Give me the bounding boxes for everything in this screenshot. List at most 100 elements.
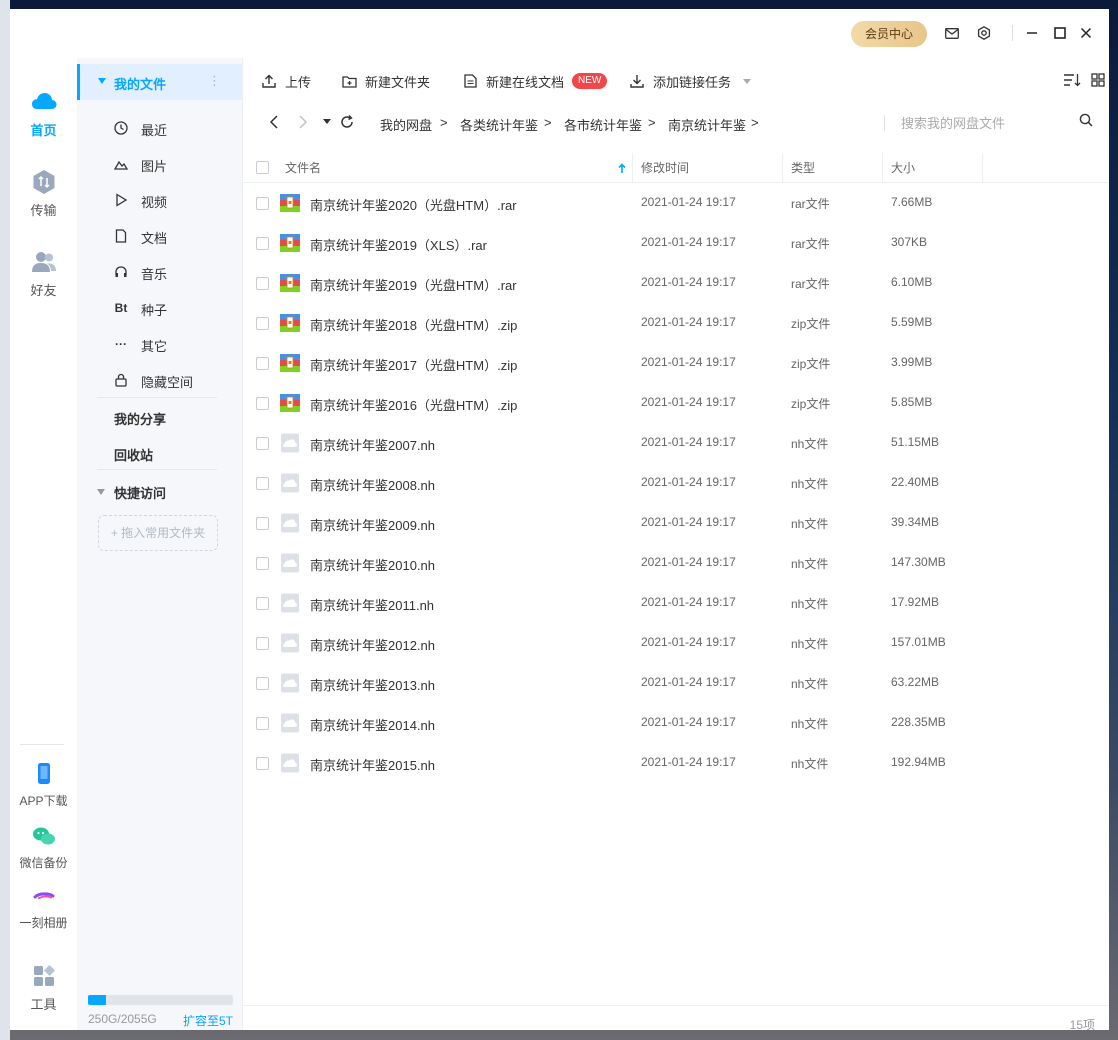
row-checkbox[interactable] (256, 237, 269, 250)
table-row[interactable]: 南京统计年鉴2017（光盘HTM）.zip 2021-01-24 19:17 zip… (243, 343, 1109, 383)
table-row[interactable]: 南京统计年鉴2014.nh 2021-01-24 19:17 nh文件 228.35M… (243, 703, 1109, 743)
history-dropdown-icon[interactable] (317, 112, 337, 132)
maximize-icon[interactable] (1050, 23, 1070, 43)
nav-app-download[interactable]: APP下载 (10, 760, 77, 809)
file-name[interactable]: 南京统计年鉴2012.nh (310, 635, 435, 654)
row-checkbox[interactable] (256, 717, 269, 730)
nav-wechat-backup[interactable]: 微信备份 (10, 822, 77, 871)
sidebar-item-hidden-space[interactable]: 隐藏空间 (77, 362, 242, 398)
nav-transfer[interactable]: 传输 (10, 168, 77, 219)
table-row[interactable]: 南京统计年鉴2013.nh 2021-01-24 19:17 nh文件 63.22MB (243, 663, 1109, 703)
sidebar-item-recent[interactable]: 最近 (77, 110, 242, 146)
breadcrumb-item[interactable]: 各市统计年鉴 (564, 115, 642, 134)
back-icon[interactable] (264, 112, 284, 132)
table-row[interactable]: 南京统计年鉴2018（光盘HTM）.zip 2021-01-24 19:17 zip… (243, 303, 1109, 343)
row-checkbox[interactable] (256, 277, 269, 290)
file-name[interactable]: 南京统计年鉴2017（光盘HTM）.zip (310, 355, 517, 374)
file-name[interactable]: 南京统计年鉴2018（光盘HTM）.zip (310, 315, 517, 334)
nav-home[interactable]: 首页 (10, 88, 77, 139)
row-checkbox[interactable] (256, 317, 269, 330)
quick-access-drop-zone[interactable]: + 拖入常用文件夹 (98, 515, 218, 551)
row-checkbox[interactable] (256, 197, 269, 210)
chevron-down-icon[interactable] (743, 78, 752, 84)
grid-view-icon[interactable] (1088, 70, 1108, 90)
forward-icon[interactable] (293, 112, 313, 132)
sidebar-item-images[interactable]: 图片 (77, 146, 242, 182)
table-row[interactable]: 南京统计年鉴2015.nh 2021-01-24 19:17 nh文件 192.94M… (243, 743, 1109, 783)
file-name[interactable]: 南京统计年鉴2013.nh (310, 675, 435, 694)
vip-center-button[interactable]: 会员中心 (851, 21, 927, 47)
quick-access-header[interactable]: 快捷访问 (114, 483, 166, 502)
table-row[interactable]: 南京统计年鉴2008.nh 2021-01-24 19:17 nh文件 22.40MB (243, 463, 1109, 503)
breadcrumb-item[interactable]: 各类统计年鉴 (460, 115, 538, 134)
search-input[interactable] (901, 110, 1061, 136)
file-name[interactable]: 南京统计年鉴2019（XLS）.rar (310, 235, 487, 254)
minimize-icon[interactable] (1022, 23, 1042, 43)
file-name[interactable]: 南京统计年鉴2015.nh (310, 755, 435, 774)
file-name[interactable]: 南京统计年鉴2008.nh (310, 475, 435, 494)
refresh-icon[interactable] (337, 112, 357, 132)
row-checkbox[interactable] (256, 437, 269, 450)
settings-icon[interactable] (974, 23, 994, 43)
close-icon[interactable] (1076, 23, 1096, 43)
sidebar-item-other[interactable]: ··· 其它 (77, 326, 242, 362)
table-row[interactable]: 南京统计年鉴2019（XLS）.rar 2021-01-24 19:17 rar文件… (243, 223, 1109, 263)
file-name[interactable]: 南京统计年鉴2019（光盘HTM）.rar (310, 275, 517, 294)
column-header-name[interactable]: 文件名 (285, 153, 321, 183)
breadcrumb-item[interactable]: 南京统计年鉴 (668, 115, 746, 134)
sidebar-item-recycle-bin[interactable]: 回收站 (114, 445, 153, 464)
row-checkbox[interactable] (256, 477, 269, 490)
file-name[interactable]: 南京统计年鉴2016（光盘HTM）.zip (310, 395, 517, 414)
sidebar-item-video[interactable]: 视频 (77, 182, 242, 218)
file-name[interactable]: 南京统计年鉴2010.nh (310, 555, 435, 574)
file-type: rar文件 (791, 277, 830, 291)
table-row[interactable]: 南京统计年鉴2019（光盘HTM）.rar 2021-01-24 19:17 rar… (243, 263, 1109, 303)
mail-icon[interactable] (942, 23, 962, 43)
column-header-time[interactable]: 修改时间 (641, 153, 689, 183)
select-all-checkbox[interactable] (256, 161, 269, 174)
file-type: nh文件 (791, 437, 829, 451)
table-row[interactable]: 南京统计年鉴2009.nh 2021-01-24 19:17 nh文件 39.34MB (243, 503, 1109, 543)
my-files-header[interactable]: 我的文件 ⋮ (77, 64, 242, 100)
row-checkbox[interactable] (256, 637, 269, 650)
column-header-type[interactable]: 类型 (791, 153, 815, 183)
add-link-task-button[interactable]: 添加链接任务 (629, 71, 752, 91)
nav-album[interactable]: 一刻相册 (10, 882, 77, 931)
file-name[interactable]: 南京统计年鉴2009.nh (310, 515, 435, 534)
table-row[interactable]: 南京统计年鉴2012.nh 2021-01-24 19:17 nh文件 157.01M… (243, 623, 1109, 663)
upload-button[interactable]: 上传 (261, 71, 311, 91)
row-checkbox[interactable] (256, 517, 269, 530)
file-name[interactable]: 南京统计年鉴2011.nh (310, 595, 434, 614)
search-icon[interactable] (1079, 113, 1097, 131)
row-checkbox[interactable] (256, 357, 269, 370)
sidebar-item-my-share[interactable]: 我的分享 (114, 409, 166, 428)
row-checkbox[interactable] (256, 677, 269, 690)
sort-icon[interactable] (1062, 70, 1082, 90)
row-checkbox[interactable] (256, 397, 269, 410)
table-row[interactable]: 南京统计年鉴2016（光盘HTM）.zip 2021-01-24 19:17 zip… (243, 383, 1109, 423)
vertical-more-icon[interactable]: ⋮ (208, 73, 221, 89)
sidebar-item-documents[interactable]: 文档 (77, 218, 242, 254)
new-folder-button[interactable]: 新建文件夹 (341, 71, 430, 91)
nav-tools[interactable]: 工具 (10, 962, 77, 1013)
sidebar-item-label: 视频 (141, 195, 168, 210)
sidebar-item-torrent[interactable]: Bt 种子 (77, 290, 242, 326)
sidebar-item-music[interactable]: 音乐 (77, 254, 242, 290)
table-row[interactable]: 南京统计年鉴2010.nh 2021-01-24 19:17 nh文件 147.30M… (243, 543, 1109, 583)
sort-ascending-icon[interactable] (618, 162, 626, 177)
new-online-doc-button[interactable]: 新建在线文档 NEW (462, 71, 608, 91)
breadcrumb-item[interactable]: 我的网盘 (380, 115, 432, 134)
file-name[interactable]: 南京统计年鉴2007.nh (310, 435, 435, 454)
table-row[interactable]: 南京统计年鉴2007.nh 2021-01-24 19:17 nh文件 51.15MB (243, 423, 1109, 463)
quick-access-triangle-icon[interactable] (97, 489, 105, 495)
file-name[interactable]: 南京统计年鉴2014.nh (310, 715, 435, 734)
row-checkbox[interactable] (256, 597, 269, 610)
table-row[interactable]: 南京统计年鉴2020（光盘HTM）.rar 2021-01-24 19:17 rar… (243, 183, 1109, 223)
expand-storage-link[interactable]: 扩容至5T (183, 1012, 233, 1029)
table-row[interactable]: 南京统计年鉴2011.nh 2021-01-24 19:17 nh文件 17.92MB (243, 583, 1109, 623)
nav-friends[interactable]: 好友 (10, 248, 77, 299)
row-checkbox[interactable] (256, 757, 269, 770)
column-header-size[interactable]: 大小 (891, 153, 915, 183)
row-checkbox[interactable] (256, 557, 269, 570)
file-name[interactable]: 南京统计年鉴2020（光盘HTM）.rar (310, 195, 517, 214)
